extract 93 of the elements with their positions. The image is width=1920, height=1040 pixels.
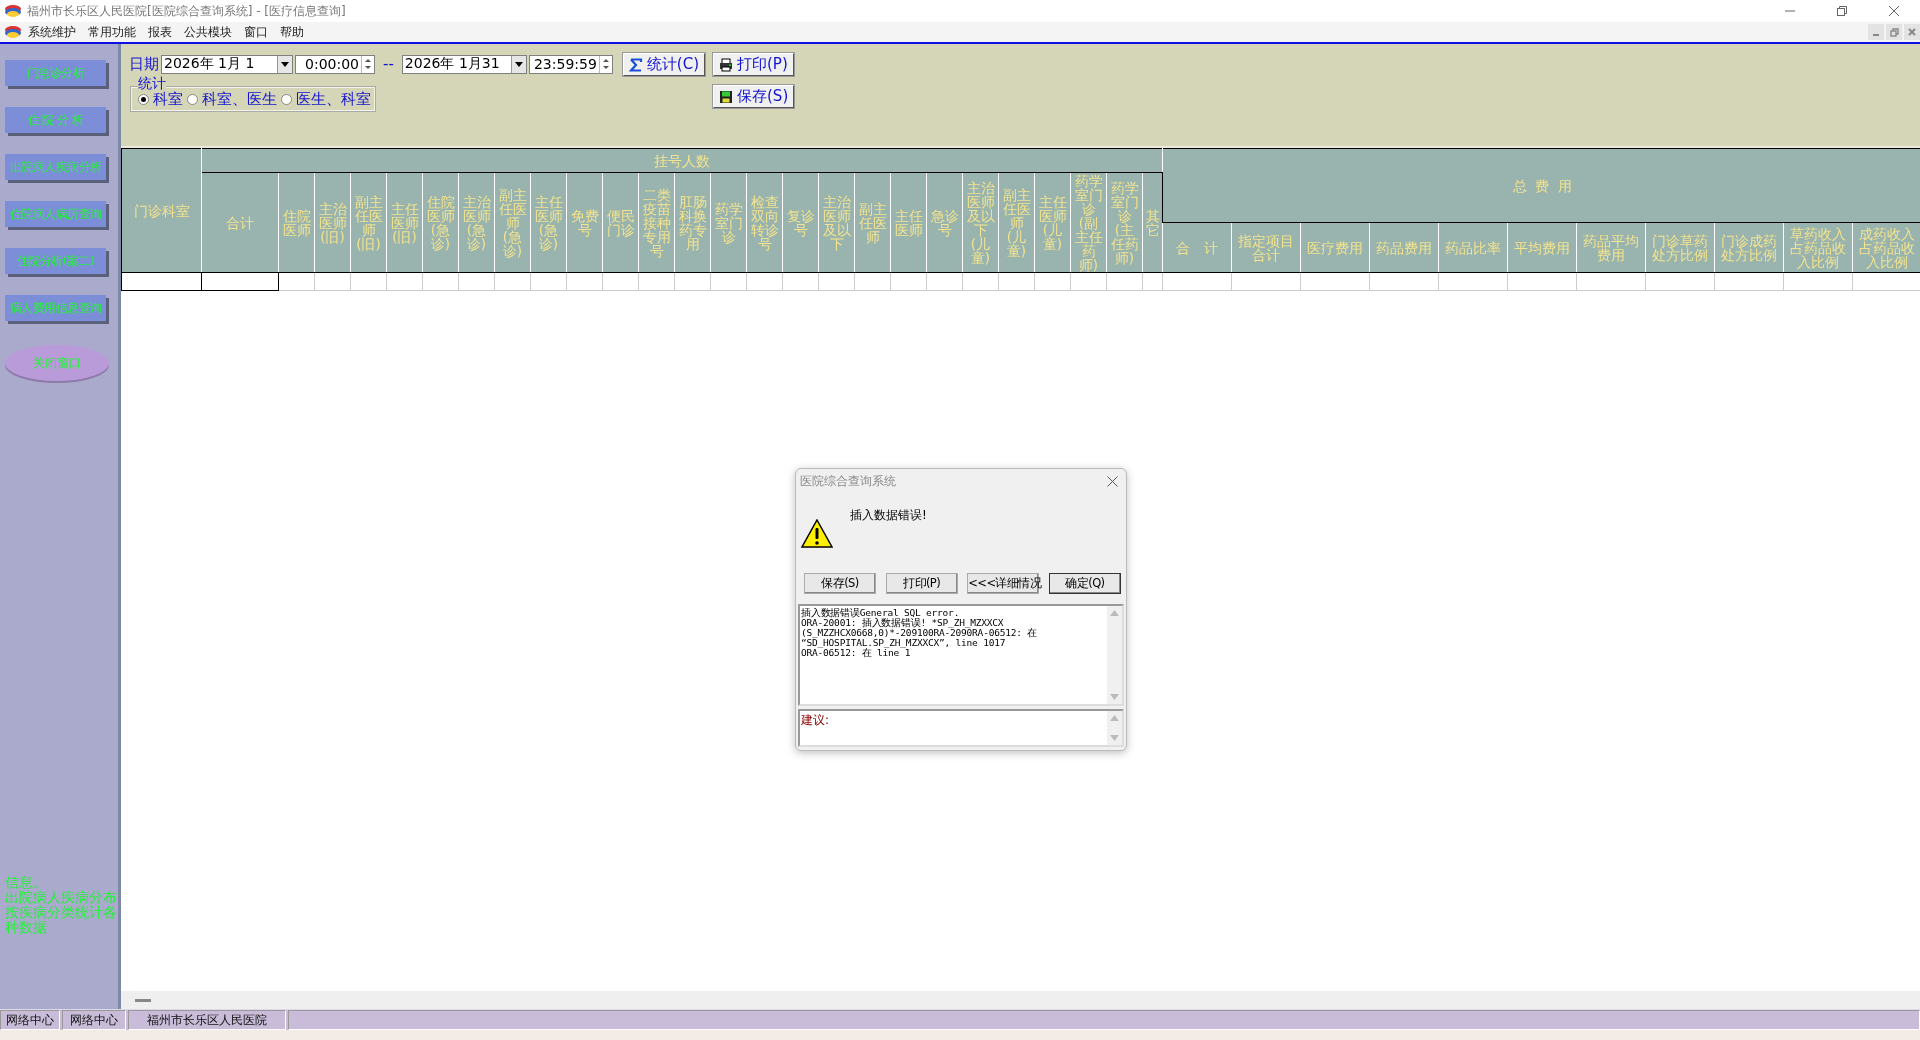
column-header: 药品费用 [1369, 222, 1439, 273]
group-title: 统计 [138, 76, 166, 90]
status-cell: 网络中心 [62, 1010, 126, 1030]
dropdown-icon[interactable] [514, 61, 523, 67]
scroll-down-icon[interactable] [1110, 735, 1119, 741]
column-header: 指定项目合计 [1231, 222, 1301, 273]
info-text: 出院病人疾病分布按疾病分类统计各种数据 [5, 890, 118, 935]
scroll-thumb-icon[interactable] [135, 998, 151, 1002]
status-cell: 网络中心 [0, 1010, 60, 1030]
close-icon[interactable] [1907, 27, 1917, 37]
menu-item[interactable]: 报表 [142, 23, 178, 41]
time-field[interactable]: 23:59:59 [528, 54, 613, 74]
dialog-button[interactable]: 打印(P) [885, 573, 958, 594]
date-field[interactable]: 2026年 1月31 [401, 54, 527, 74]
column-header: 免费号 [566, 172, 603, 273]
column-header: 便民门诊 [602, 172, 639, 273]
warning-icon [801, 519, 833, 549]
column-header: 主治医师(旧) [314, 172, 351, 273]
column-header: 主治医师(急诊) [458, 172, 495, 273]
save-button[interactable]: 保存(S) [713, 85, 795, 108]
close-icon[interactable] [1888, 5, 1900, 17]
column-header: 副主任医师 [854, 172, 891, 273]
print-button[interactable]: 打印(P) [713, 53, 795, 76]
radio-button[interactable] [281, 93, 292, 105]
info-text: 信息。 [5, 875, 48, 890]
scroll-up-icon[interactable] [1110, 610, 1119, 616]
radio-label[interactable]: 科室、医生 [202, 89, 277, 109]
group-header: 挂号人数 [201, 148, 1163, 173]
suggestion-label: 建议: [800, 712, 831, 729]
column-header: 药学室门诊(副主任药师) [1070, 172, 1107, 273]
window-title: 福州市长乐区人民医院[医院综合查询系统] - [医疗信息查询] [27, 2, 347, 20]
scroll-down-icon[interactable] [1110, 694, 1119, 700]
column-header: 门诊成药处方比例 [1714, 222, 1784, 273]
column-header: 主任医师 [890, 172, 927, 273]
column-header: 门诊科室 [121, 148, 202, 273]
menu-item[interactable]: 常用功能 [82, 23, 142, 41]
range-separator: -- [383, 55, 394, 73]
app-icon [4, 25, 22, 39]
column-header: 急诊号 [926, 172, 963, 273]
dialog-button[interactable]: <<<详细情况 [967, 573, 1040, 594]
column-header: 门诊草药处方比例 [1645, 222, 1715, 273]
dialog-button[interactable]: 保存(S) [804, 573, 876, 594]
error-details: 插入数据错误General SQL error. ORA-20001: 插入数据错误! *SP_ZH_MZXXCX (S_MZZHCX0668,0)*-209100RA-2090RA-06512: 在 “SD_HOSPITAL.SP_ZH_MZXXCX”, line 1017 ORA-06512: 在 line 1 [800, 606, 1039, 660]
date-label: 日期 [129, 54, 159, 74]
column-header: 复诊号 [782, 172, 819, 273]
column-header: 住院医师 [278, 172, 315, 273]
column-header: 草药收入占药品收入比例 [1783, 222, 1853, 273]
restore-icon[interactable] [1889, 27, 1899, 37]
radio-label[interactable]: 科室 [153, 89, 183, 109]
column-header: 副主任医师(旧) [350, 172, 387, 273]
column-header: 检查双向转诊号 [746, 172, 783, 273]
column-header: 合 计 [1162, 222, 1232, 273]
column-header: 平均费用 [1507, 222, 1577, 273]
column-header: 副主任医师(儿童) [998, 172, 1035, 273]
menu-item[interactable]: 公共模块 [178, 23, 238, 41]
column-header: 合计 [201, 172, 279, 273]
printer-icon [719, 57, 733, 72]
dialog-title: 医院综合查询系统 [800, 472, 897, 490]
column-header: 住院医师(急诊) [422, 172, 459, 273]
dialog-message: 插入数据错误! [850, 507, 927, 524]
restore-icon[interactable] [1836, 5, 1848, 17]
menu-item[interactable]: 帮助 [274, 23, 310, 41]
stat-button[interactable]: 统计(C) [622, 53, 705, 76]
column-header: 药品平均费用 [1576, 222, 1646, 273]
group-header: 总 费 用 [1162, 148, 1920, 223]
column-header: 副主任医师(急诊) [494, 172, 531, 273]
column-header: 药品比率 [1438, 222, 1508, 273]
close-icon[interactable] [1107, 475, 1118, 487]
scroll-up-icon[interactable] [1110, 715, 1119, 721]
column-header: 主治医师及以下 [818, 172, 855, 273]
column-header: 主治医师及以下(儿童) [962, 172, 999, 273]
column-header: 医疗费用 [1300, 222, 1370, 273]
column-header: 二类疫苗接种专用号 [638, 172, 675, 273]
radio-button[interactable] [138, 93, 149, 105]
status-cell: 福州市长乐区人民医院 [128, 1010, 286, 1030]
menu-item[interactable]: 窗口 [238, 23, 274, 41]
radio-label[interactable]: 医生、科室 [296, 89, 371, 109]
app-icon [4, 4, 22, 18]
menu-item[interactable]: 系统维护 [22, 23, 82, 41]
time-field[interactable]: 0:00:00 [295, 54, 375, 74]
dialog-button[interactable]: 确定(Q) [1048, 573, 1121, 594]
sigma-icon [628, 57, 643, 72]
dropdown-icon[interactable] [281, 61, 289, 67]
column-header: 药学室门诊 [710, 172, 747, 273]
column-header: 主任医师(旧) [386, 172, 423, 273]
column-header: 肛肠科换药专用 [674, 172, 711, 273]
column-header: 成药收入占药品收入比例 [1852, 222, 1920, 273]
column-header: 药学室门诊(主任药师) [1106, 172, 1143, 273]
date-field[interactable]: 2026年 1月 1 [161, 54, 293, 74]
column-header: 主任医师(急诊) [530, 172, 567, 273]
radio-button[interactable] [187, 93, 198, 105]
column-header: 主任医师(儿童) [1034, 172, 1071, 273]
floppy-icon [719, 89, 733, 104]
